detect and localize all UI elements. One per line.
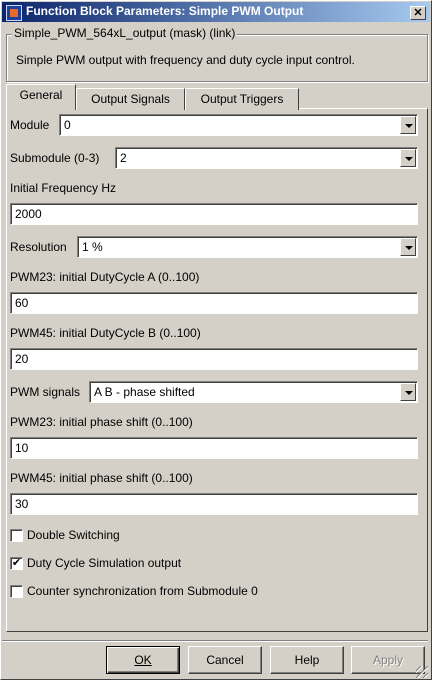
resolution-value: 1 % [82,240,103,254]
pwm23-duty-input[interactable]: 60 [10,292,418,314]
mask-group-title: Simple_PWM_564xL_output (mask) (link) [12,26,238,40]
chevron-down-icon [405,246,413,250]
resolution-dropdown-button[interactable] [400,238,416,256]
title-bar[interactable]: Function Block Parameters: Simple PWM Ou… [2,2,430,22]
module-dropdown-button[interactable] [400,116,416,134]
resolution-select[interactable]: 1 % [77,236,418,258]
initial-frequency-input[interactable]: 2000 [10,203,418,225]
pwm-signals-select[interactable]: A B - phase shifted [89,381,418,403]
tab-general[interactable]: General [6,84,76,110]
tab-output-triggers-label: Output Triggers [200,92,284,106]
pwm45-phase-value: 30 [15,497,29,511]
submodule-label: Submodule (0-3) [10,151,100,165]
tab-output-signals[interactable]: Output Signals [76,88,185,110]
resize-grip-icon[interactable] [416,666,428,678]
module-value: 0 [64,118,71,132]
pwm-signals-value: A B - phase shifted [94,385,195,399]
double-switching-label[interactable]: Double Switching [27,528,120,542]
ok-button[interactable]: OK [106,646,180,674]
module-label: Module [10,118,50,132]
help-button[interactable]: Help [270,646,344,674]
help-button-label: Help [294,653,320,667]
duty-cycle-sim-checkbox[interactable]: ✔ [10,557,23,570]
resolution-label: Resolution [10,240,67,254]
cancel-button-label: Cancel [206,653,244,667]
apply-button-label: Apply [372,653,404,667]
pwm23-duty-label: PWM23: initial DutyCycle A (0..100) [10,270,200,284]
chevron-down-icon [405,157,413,161]
ok-button-label: OK [134,653,152,667]
checkmark-icon: ✔ [11,557,22,569]
pwm45-duty-label: PWM45: initial DutyCycle B (0..100) [10,326,201,340]
cancel-button[interactable]: Cancel [188,646,262,674]
window-title: Function Block Parameters: Simple PWM Ou… [26,4,304,18]
pwm23-phase-input[interactable]: 10 [10,437,418,459]
mask-description: Simple PWM output with frequency and dut… [16,53,355,67]
initial-frequency-value: 2000 [15,207,42,221]
app-icon [6,5,22,21]
pwm23-duty-value: 60 [15,296,29,310]
chevron-down-icon [405,391,413,395]
counter-sync-checkbox[interactable] [10,585,23,598]
pwm45-phase-label: PWM45: initial phase shift (0..100) [10,471,193,485]
submodule-select[interactable]: 2 [115,147,418,169]
counter-sync-label[interactable]: Counter synchronization from Submodule 0 [27,584,258,598]
double-switching-checkbox[interactable] [10,529,23,542]
close-button[interactable]: ✕ [410,6,426,20]
pwm-signals-label: PWM signals [10,385,81,399]
module-select[interactable]: 0 [59,114,418,136]
tab-output-signals-label: Output Signals [91,92,170,106]
apply-button: Apply [351,646,425,674]
close-icon: ✕ [413,7,423,19]
button-separator [2,640,428,642]
tab-output-triggers[interactable]: Output Triggers [185,88,299,110]
pwm45-phase-input[interactable]: 30 [10,493,418,515]
submodule-value: 2 [120,151,127,165]
pwm45-duty-value: 20 [15,352,29,366]
pwm23-phase-label: PWM23: initial phase shift (0..100) [10,415,193,429]
pwm23-phase-value: 10 [15,441,29,455]
tab-general-label: General [19,88,63,102]
pwm-signals-dropdown-button[interactable] [400,383,416,401]
pwm45-duty-input[interactable]: 20 [10,348,418,370]
submodule-dropdown-button[interactable] [400,149,416,167]
chevron-down-icon [405,124,413,128]
initial-frequency-label: Initial Frequency Hz [10,181,117,195]
duty-cycle-sim-label[interactable]: Duty Cycle Simulation output [27,556,181,570]
